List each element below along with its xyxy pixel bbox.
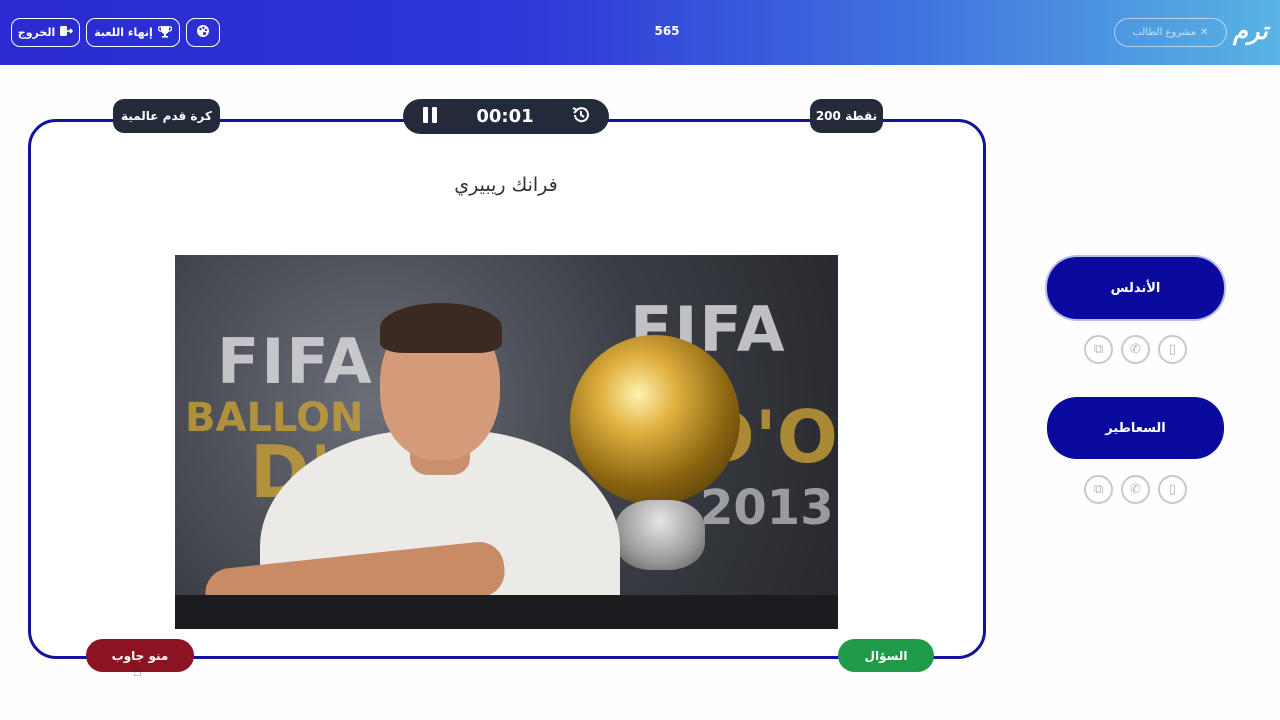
player-hair [380, 303, 502, 353]
hand-cursor-icon: ☝ [133, 664, 142, 680]
exit-label: الخروج [17, 26, 56, 39]
total-score: 565 [654, 24, 680, 38]
team-button-2[interactable]: السعاطير [1047, 397, 1224, 459]
close-icon: ✕ [1200, 27, 1209, 38]
category-badge: كرة قدم عالمية [113, 99, 220, 133]
hole-icon[interactable]: ▯ [1158, 475, 1187, 504]
phone-icon[interactable]: ✆ [1121, 475, 1150, 504]
project-pill-label: مشروع الطالب [1132, 27, 1197, 38]
question-text: فرانك ريبيري [454, 174, 558, 196]
photo-text-year: 2013 [700, 480, 834, 536]
exit-button[interactable]: الخروج [11, 18, 80, 47]
timer: 00:01 [403, 99, 609, 134]
hole-icon[interactable]: ▯ [1158, 335, 1187, 364]
palette-icon [196, 24, 210, 41]
timer-value: 00:01 [476, 106, 534, 127]
logo: ترم [1233, 16, 1268, 45]
double-answer-icon[interactable]: ⧉ [1084, 335, 1113, 364]
question-button[interactable]: السؤال [838, 639, 934, 672]
photo-text-fifa: FIFA [217, 325, 374, 398]
double-answer-icon[interactable]: ⧉ [1084, 475, 1113, 504]
pause-icon[interactable] [421, 106, 439, 128]
trophy-stand [615, 500, 705, 570]
end-game-label: إنهاء اللعبة [94, 26, 153, 39]
team-button-1[interactable]: الأندلس [1047, 257, 1224, 319]
desk [175, 595, 838, 629]
top-bar: الخروج إنهاء اللعبة 565 مشروع الطالب ✕ ت… [0, 0, 1280, 65]
project-pill[interactable]: مشروع الطالب ✕ [1114, 18, 1227, 47]
phone-icon[interactable]: ✆ [1121, 335, 1150, 364]
question-image: FIFA FIFA BALLON D'OR D'OR 2013 [175, 255, 838, 629]
points-badge: 200 نقطة [810, 99, 883, 133]
history-icon[interactable] [571, 105, 591, 129]
palette-button[interactable] [186, 18, 220, 47]
end-game-button[interactable]: إنهاء اللعبة [86, 18, 180, 47]
exit-icon [60, 25, 74, 40]
golden-ball [570, 335, 740, 505]
trophy-icon [157, 25, 172, 41]
